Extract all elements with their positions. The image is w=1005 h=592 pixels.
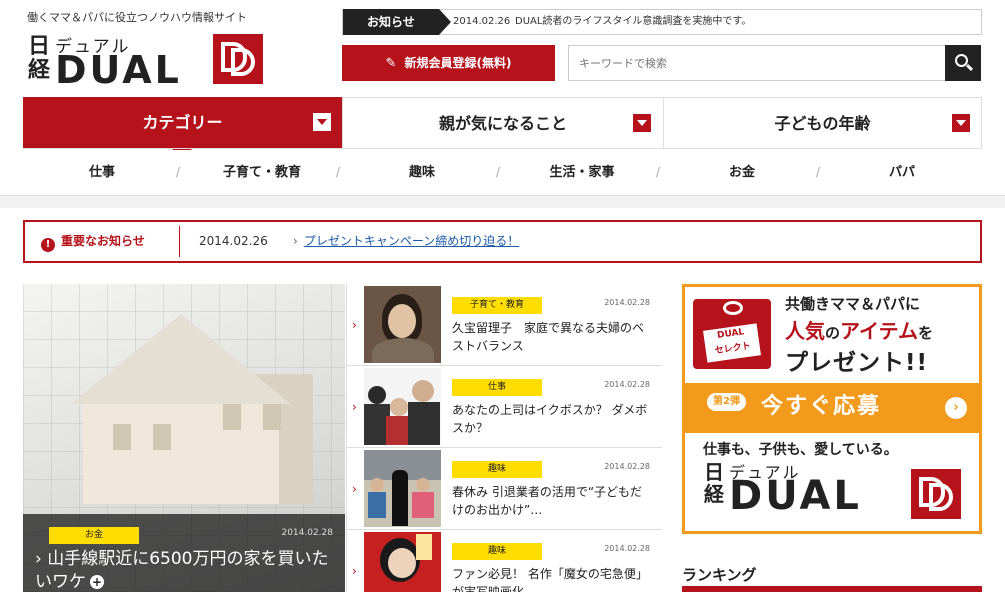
- list-item[interactable]: › 仕事 2014.02.28 あなたの上司はイクボスか？ ダメボスか？: [346, 366, 662, 448]
- gift-icon: DUAL セレクト: [693, 299, 771, 369]
- news-date: 2014.02.26: [453, 16, 511, 27]
- category-badge: 趣味: [452, 461, 542, 478]
- promo-badge: 第2弾: [707, 393, 746, 411]
- article-date: 2014.02.28: [604, 298, 650, 307]
- search-input[interactable]: [568, 45, 946, 81]
- article-date: 2014.02.28: [604, 462, 650, 471]
- article-title: 春休み 引退業者の活用で“子どもだけのお出かけ”…: [452, 485, 643, 517]
- news-text[interactable]: DUAL読者のライフスタイル意識調査を実施中です。: [515, 10, 751, 34]
- subnav-separator: /: [176, 165, 181, 179]
- promo-cta-band[interactable]: 第2弾 今すぐ応募 ›: [685, 383, 979, 433]
- article-thumbnail: [364, 368, 441, 445]
- important-link[interactable]: › プレゼントキャンペーン締め切り迫る！: [293, 222, 519, 261]
- site-tagline: 働くママ＆パパに役立つノウハウ情報サイト: [27, 11, 247, 24]
- logo-dd-mark: [911, 469, 961, 519]
- logo-kanji: 日 経: [27, 33, 50, 83]
- arrow-right-icon: ›: [945, 397, 967, 419]
- chevron-right-icon: ›: [352, 564, 357, 578]
- news-label: お知らせ: [343, 9, 451, 35]
- important-date: 2014.02.26: [199, 234, 268, 248]
- promo-banner[interactable]: DUAL セレクト 共働きママ＆パパに 人気のアイテムを プレゼント!! 第2弾…: [682, 284, 982, 534]
- article-date: 2014.02.28: [604, 380, 650, 389]
- site-logo[interactable]: 日 経 デュアル DUAL: [27, 30, 267, 90]
- list-item[interactable]: › 趣味 2014.02.28 春休み 引退業者の活用で“子どもだけのお出かけ”…: [346, 448, 662, 530]
- logo-word: DUAL: [55, 48, 182, 92]
- subnav-item-parenting[interactable]: 子育て・教育: [202, 150, 322, 195]
- promo-line3: プレゼント!!: [785, 350, 928, 376]
- chevron-right-icon: ›: [352, 400, 357, 414]
- article-title: ファン必見！ 名作「魔女の宅急便」が実写映画化: [452, 567, 648, 592]
- article-thumbnail: [364, 286, 441, 363]
- tab-child-age-label: 子どもの年齢: [774, 114, 871, 133]
- article-thumbnail: [364, 450, 441, 527]
- notice-divider: [179, 226, 180, 257]
- chevron-down-icon: [952, 114, 970, 132]
- promo-line1: 共働きママ＆パパに: [785, 295, 921, 313]
- logo-word: DUAL: [729, 473, 862, 519]
- tab-parent-concerns[interactable]: 親が気になること: [342, 97, 663, 148]
- article-title: あなたの上司はイクボスか？ ダメボスか？: [452, 403, 648, 435]
- subnav: 仕事 / 子育て・教育 / 趣味 / 生活・家事 / お金 / パパ: [0, 150, 1005, 196]
- article-date: 2014.02.28: [604, 544, 650, 553]
- tab-category-label: カテゴリー: [142, 113, 223, 132]
- subnav-separator: /: [336, 165, 341, 179]
- logo-dd-mark: [213, 34, 263, 84]
- tab-parent-concerns-label: 親が気になること: [438, 114, 567, 133]
- chevron-down-icon: [633, 114, 651, 132]
- article-title: 久宝留理子 家庭で異なる夫婦のベストバランス: [452, 321, 645, 353]
- chevron-right-icon: ›: [352, 318, 357, 332]
- article-thumbnail: [364, 532, 441, 592]
- subnav-separator: /: [496, 165, 501, 179]
- pencil-icon: ✎: [385, 56, 397, 71]
- ranking-heading: ランキング: [682, 566, 757, 584]
- tab-category[interactable]: カテゴリー: [23, 97, 342, 148]
- hero-date: 2014.02.28: [281, 528, 333, 538]
- important-notice: ! 重要なお知らせ 2014.02.26 › プレゼントキャンペーン締め切り迫る！: [23, 220, 982, 263]
- subnav-item-money[interactable]: お金: [682, 150, 802, 195]
- promo-line2: 人気のアイテムを: [785, 319, 934, 343]
- category-badge: お金: [49, 527, 139, 544]
- search-button[interactable]: [945, 45, 981, 81]
- register-button[interactable]: ✎ 新規会員登録(無料): [342, 45, 555, 81]
- news-bar[interactable]: お知らせ 2014.02.26 DUAL読者のライフスタイル意識調査を実施中です…: [342, 9, 982, 35]
- plus-icon: +: [90, 575, 104, 589]
- subnav-item-hobby[interactable]: 趣味: [362, 150, 482, 195]
- gift-label: DUAL セレクト: [703, 323, 761, 363]
- subnav-item-work[interactable]: 仕事: [42, 150, 162, 195]
- list-item[interactable]: › 子育て・教育 2014.02.28 久宝留理子 家庭で異なる夫婦のベストバラ…: [346, 284, 662, 366]
- main-tabs: カテゴリー 親が気になること 子どもの年齢: [23, 97, 982, 149]
- subnav-separator: /: [816, 165, 821, 179]
- article-list: › 子育て・教育 2014.02.28 久宝留理子 家庭で異なる夫婦のベストバラ…: [346, 284, 662, 592]
- hero-title[interactable]: › 山手線駅近に6500万円の家を買いたいワケ +: [35, 548, 340, 592]
- promo-cta: 今すぐ応募: [761, 394, 882, 419]
- promo-logo: 日 経 デュアル DUAL: [703, 459, 963, 529]
- subnav-separator: /: [656, 165, 661, 179]
- chevron-right-icon: ›: [293, 234, 298, 248]
- ranking-bar: [682, 586, 982, 592]
- promo-tagline: 仕事も、子供も、愛している。: [703, 442, 898, 458]
- register-label: 新規会員登録(無料): [404, 56, 512, 70]
- list-item[interactable]: › 趣味 2014.02.28 ファン必見！ 名作「魔女の宅急便」が実写映画化: [346, 530, 662, 592]
- logo-kanji: 日 経: [704, 460, 724, 506]
- chevron-down-icon: [313, 113, 331, 131]
- chevron-right-icon: ›: [352, 482, 357, 496]
- category-badge: 趣味: [452, 543, 542, 560]
- subnav-item-life[interactable]: 生活・家事: [522, 150, 642, 195]
- category-badge: 仕事: [452, 379, 542, 396]
- section-divider: [0, 196, 1005, 208]
- hero-article[interactable]: お金 2014.02.28 › 山手線駅近に6500万円の家を買いたいワケ +: [23, 284, 345, 592]
- subnav-item-papa[interactable]: パパ: [842, 150, 962, 195]
- alert-icon: !: [41, 238, 55, 252]
- category-badge: 子育て・教育: [452, 297, 542, 314]
- tab-child-age[interactable]: 子どもの年齢: [663, 97, 982, 148]
- important-label: ! 重要なお知らせ: [41, 222, 145, 261]
